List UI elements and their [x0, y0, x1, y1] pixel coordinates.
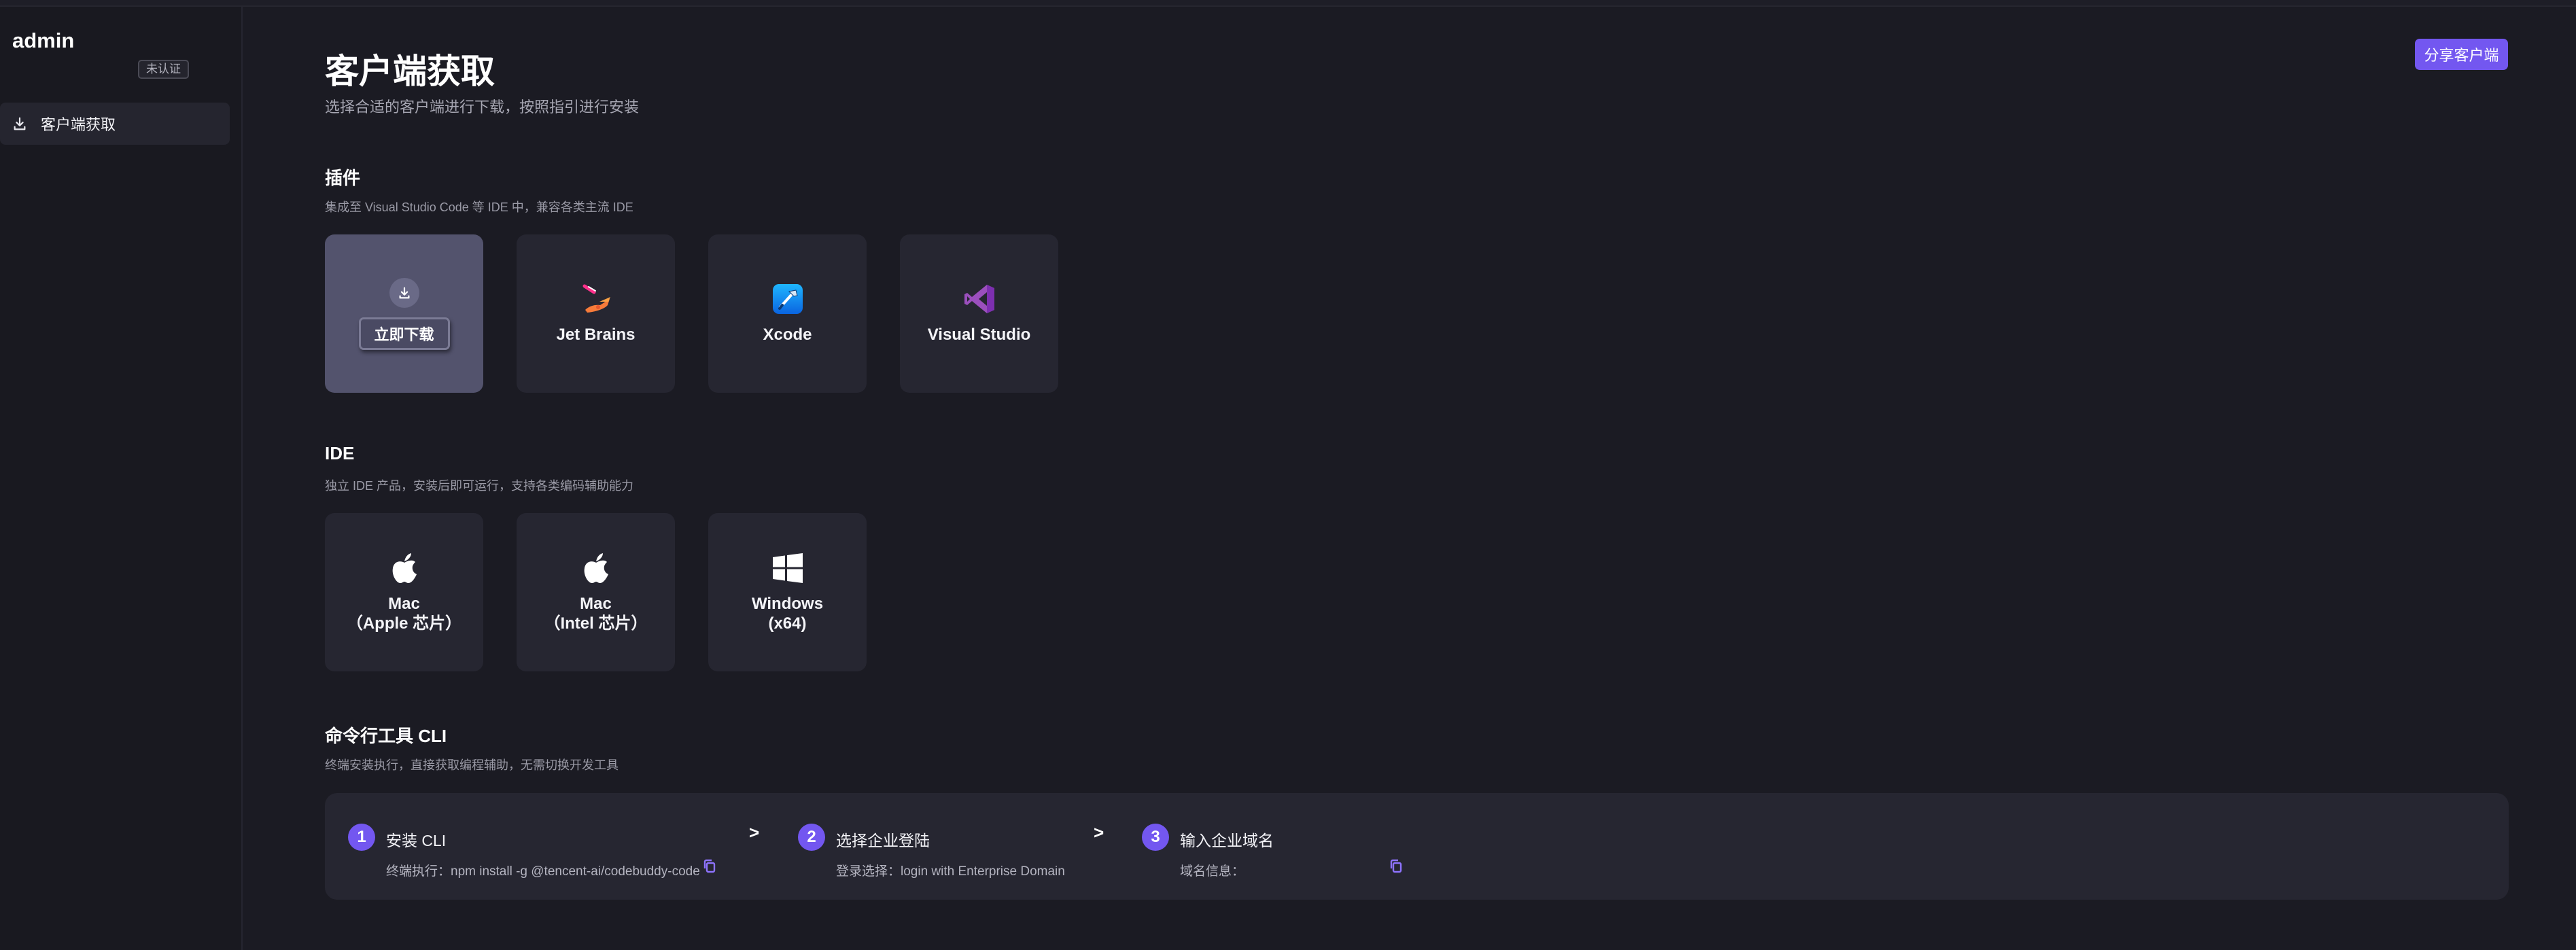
auth-status-badge: 未认证 — [138, 60, 189, 79]
apple-icon — [392, 552, 417, 583]
download-now-button[interactable]: 立即下载 — [358, 317, 450, 350]
card-label: Windows (x64) — [752, 594, 823, 633]
step-arrow: > — [1094, 822, 1104, 843]
window-top-edge — [0, 0, 2576, 7]
step-arrow: > — [749, 822, 760, 843]
copy-icon[interactable] — [703, 859, 716, 874]
card-label: Mac （Apple 芯片） — [347, 594, 462, 633]
ide-section-title: IDE — [325, 443, 355, 463]
card-label: Mac （Intel 芯片） — [544, 594, 647, 633]
visual-studio-icon — [964, 285, 994, 313]
sidebar: admin 未认证 客户端获取 — [0, 7, 243, 950]
card-label-line1: Mac — [388, 594, 420, 613]
cli-steps-panel: 1 安装 CLI 终端执行：npm install -g @tencent-ai… — [325, 793, 2509, 900]
brand-name: admin — [12, 29, 75, 52]
card-label: Jet Brains — [556, 326, 636, 344]
step-title: 选择企业登陆 — [836, 832, 930, 849]
apple-icon — [584, 552, 608, 583]
sidebar-item-client-download[interactable]: 客户端获取 — [0, 103, 230, 145]
plugins-section-desc: 集成至 Visual Studio Code 等 IDE 中，兼容各类主流 ID… — [325, 200, 633, 214]
page-title: 客户端获取 — [325, 52, 495, 90]
step-detail: 登录选择：login with Enterprise Domain — [836, 864, 1065, 879]
copy-icon[interactable] — [1389, 859, 1403, 874]
visual-studio-plugin-card[interactable]: Visual Studio — [900, 234, 1058, 393]
download-circle — [389, 277, 419, 308]
card-label-line1: Windows — [751, 594, 824, 613]
step-number: 2 — [798, 824, 825, 851]
sidebar-item-label: 客户端获取 — [41, 116, 116, 133]
step-detail: 终端执行：npm install -g @tencent-ai/codebudd… — [386, 864, 700, 879]
jetbrains-plugin-card[interactable]: Jet Brains — [517, 234, 675, 393]
card-label-line1: Mac — [580, 594, 612, 613]
main-content: 客户端获取 选择合适的客户端进行下载，按照指引进行安装 分享客户端 插件 集成至… — [243, 7, 2576, 950]
card-label-line2: （Apple 芯片） — [346, 614, 462, 633]
windows-icon — [772, 552, 803, 583]
mac-apple-chip-card[interactable]: Mac （Apple 芯片） — [325, 513, 483, 671]
step-number: 1 — [348, 824, 375, 851]
card-label: Xcode — [763, 326, 812, 344]
ide-section-desc: 独立 IDE 产品，安装后即可运行，支持各类编码辅助能力 — [325, 479, 634, 493]
card-label: Visual Studio — [927, 326, 1031, 344]
step-detail: 域名信息： — [1180, 864, 1245, 879]
step-title: 安装 CLI — [386, 832, 447, 849]
cli-section-desc: 终端安装执行，直接获取编程辅助，无需切换开发工具 — [325, 758, 619, 772]
xcode-icon — [772, 284, 803, 314]
card-label-line2: （Intel 芯片） — [544, 614, 648, 633]
step-number: 3 — [1142, 824, 1169, 851]
step-title: 输入企业域名 — [1180, 832, 1274, 849]
share-client-button[interactable]: 分享客户端 — [2415, 39, 2508, 70]
xcode-plugin-card[interactable]: Xcode — [708, 234, 867, 393]
windows-x64-card[interactable]: Windows (x64) — [708, 513, 867, 671]
plugins-section-title: 插件 — [325, 168, 361, 188]
download-icon — [398, 287, 410, 298]
page-subtitle: 选择合适的客户端进行下载，按照指引进行安装 — [325, 99, 640, 116]
jetbrains-icon — [582, 284, 610, 313]
download-icon — [14, 117, 26, 130]
vscode-plugin-card[interactable]: 立即下载 — [325, 234, 483, 393]
cli-section-title: 命令行工具 CLI — [325, 726, 447, 746]
card-label-line2: (x64) — [768, 614, 807, 633]
mac-intel-chip-card[interactable]: Mac （Intel 芯片） — [517, 513, 675, 671]
